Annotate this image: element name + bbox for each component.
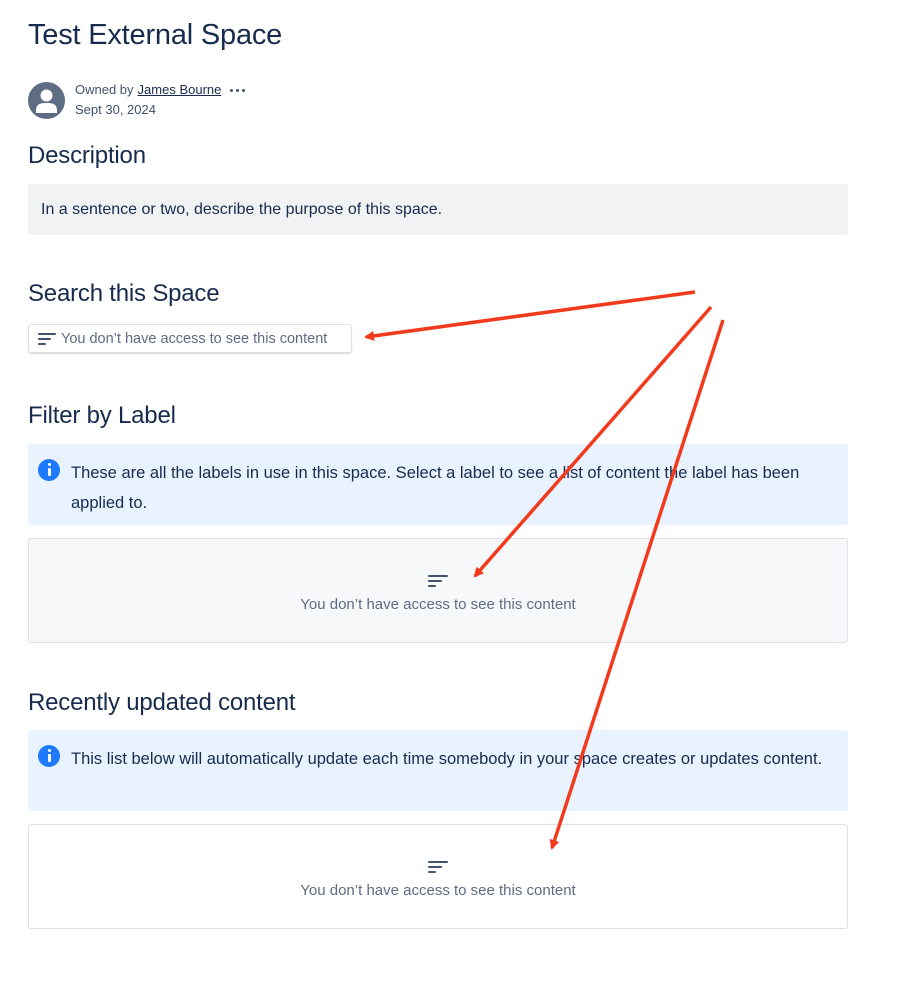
- page-date: Sept 30, 2024: [75, 102, 156, 117]
- restricted-content-icon: [428, 574, 448, 587]
- label-list-restricted-text: You don’t have access to see this conten…: [300, 595, 576, 613]
- search-restricted-macro: You don’t have access to see this conten…: [28, 324, 352, 353]
- filter-info-text: These are all the labels in use in this …: [71, 464, 800, 512]
- avatar[interactable]: [28, 81, 65, 119]
- recent-info-panel: This list below will automatically updat…: [28, 730, 848, 811]
- recent-restricted-text: You don’t have access to see this conten…: [300, 881, 576, 899]
- recently-updated-heading: Recently updated content: [28, 689, 296, 716]
- filter-info-panel: These are all the labels in use in this …: [28, 444, 848, 525]
- description-heading: Description: [28, 142, 146, 169]
- description-panel: In a sentence or two, describe the purpo…: [28, 184, 848, 235]
- info-icon: [38, 745, 60, 767]
- recent-info-text: This list below will automatically updat…: [71, 750, 823, 768]
- filter-by-label-heading: Filter by Label: [28, 402, 176, 429]
- recent-content-restricted-macro: You don’t have access to see this conten…: [28, 824, 848, 929]
- restricted-content-icon: [428, 860, 448, 873]
- search-restricted-text: You don’t have access to see this conten…: [61, 330, 328, 347]
- annotation-arrow-search: [364, 290, 696, 341]
- label-list-restricted-macro: You don’t have access to see this conten…: [28, 538, 848, 643]
- default-user-avatar-icon: [36, 89, 57, 113]
- restricted-content-icon: [38, 332, 56, 345]
- page-byline: Owned by James Bourne Sept 30, 2024: [28, 80, 246, 120]
- annotation-arrow-labels: [473, 305, 713, 578]
- more-horizontal-icon[interactable]: [230, 88, 246, 92]
- description-text: In a sentence or two, describe the purpo…: [41, 200, 443, 218]
- search-heading: Search this Space: [28, 280, 220, 307]
- info-icon: [38, 459, 60, 481]
- owned-by-label: Owned by: [75, 82, 134, 97]
- page-title: Test External Space: [28, 19, 283, 51]
- owner-link[interactable]: James Bourne: [138, 80, 222, 100]
